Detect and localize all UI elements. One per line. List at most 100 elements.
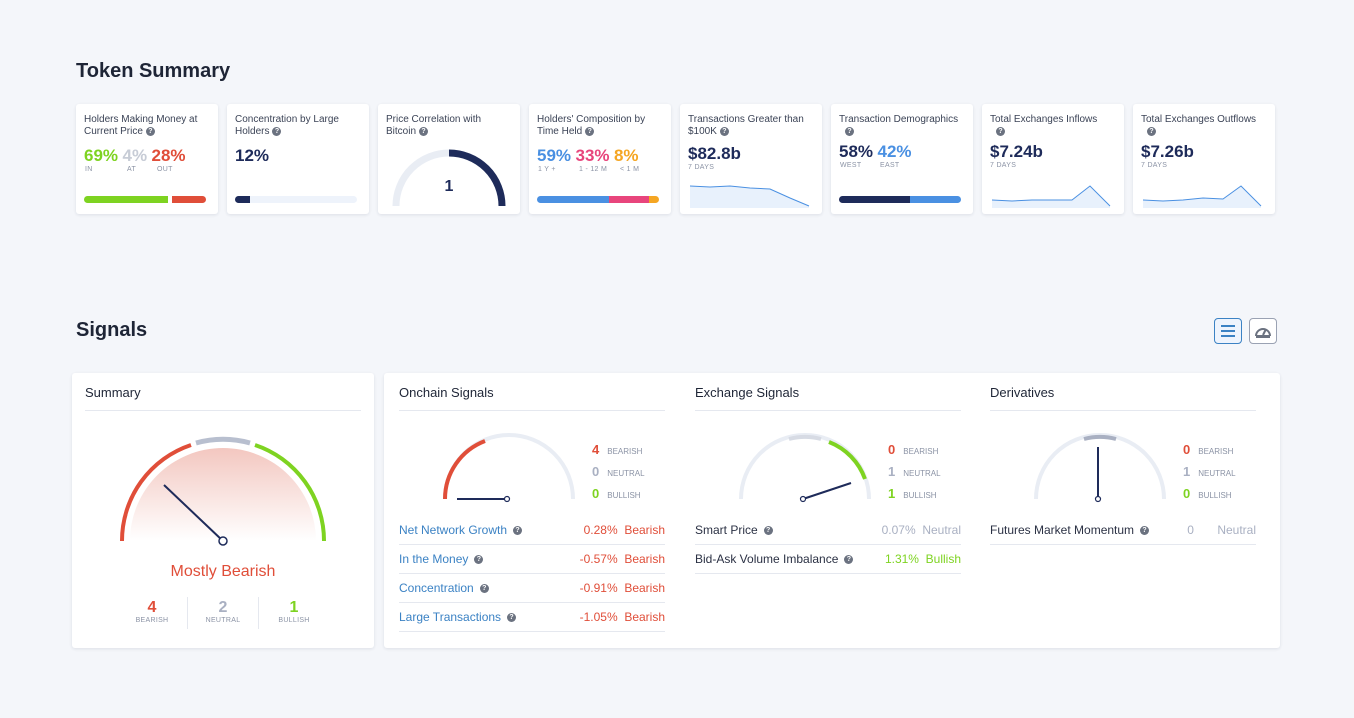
summary-verdict: Mostly Bearish bbox=[170, 563, 276, 580]
help-icon[interactable]: ? bbox=[585, 126, 595, 136]
neutral-label: NEUTRAL bbox=[903, 469, 941, 478]
help-icon[interactable]: ? bbox=[474, 554, 484, 564]
signal-name[interactable]: Net Network Growth bbox=[399, 523, 507, 537]
concentration-value: 12% bbox=[235, 146, 270, 165]
signal-name: Bid-Ask Volume Imbalance bbox=[695, 552, 839, 566]
card-large-transactions[interactable]: Transactions Greater than $100K? $82.8b … bbox=[680, 104, 822, 214]
help-icon[interactable]: ? bbox=[145, 126, 155, 136]
signal-row-concentration[interactable]: Concentration? -0.91% Bearish bbox=[399, 574, 665, 603]
exchange-counts: 0 BEARISH 1 NEUTRAL 1 BULLISH bbox=[888, 440, 941, 506]
east-bar-segment bbox=[909, 196, 961, 203]
summary-bullish-count: 1 BULLISH bbox=[259, 599, 329, 624]
onchain-counts: 4 BEARISH 0 NEUTRAL 0 BULLISH bbox=[592, 440, 645, 506]
signal-value: -0.91% Bearish bbox=[579, 581, 665, 595]
signals-title: Signals bbox=[76, 319, 148, 341]
signal-name: Smart Price bbox=[695, 523, 758, 537]
bullish-number: 1 bbox=[888, 486, 896, 501]
help-icon[interactable]: ? bbox=[1140, 525, 1150, 535]
card-outflows[interactable]: Total Exchanges Outflows? $7.26b 7 DAYS bbox=[1133, 104, 1275, 214]
help-icon[interactable]: ? bbox=[845, 126, 854, 136]
help-icon[interactable]: ? bbox=[507, 612, 517, 622]
neutral-number: 1 bbox=[888, 464, 896, 479]
outflows-sparkline bbox=[1143, 185, 1262, 208]
card-holders-money[interactable]: Holders Making Money at Current Price? 6… bbox=[76, 104, 218, 214]
help-icon[interactable]: ? bbox=[844, 554, 854, 564]
bullish-number: 0 bbox=[1183, 486, 1191, 501]
card-composition[interactable]: Holders' Composition by Time Held? 59% 3… bbox=[529, 104, 671, 214]
large-tx-value: $82.8b bbox=[688, 144, 741, 163]
onchain-column: Onchain Signals 4 BEARISH 0 NEUTRAL 0 BU… bbox=[399, 385, 665, 632]
help-icon[interactable]: ? bbox=[272, 126, 282, 136]
help-icon[interactable]: ? bbox=[419, 126, 429, 136]
signal-row-smart-price[interactable]: Smart Price? 0.07% Neutral bbox=[695, 516, 961, 545]
signal-value: 0.07% Neutral bbox=[881, 523, 961, 537]
neutral-number: 0 bbox=[592, 464, 600, 479]
east-value: 42% bbox=[877, 142, 912, 161]
signal-name[interactable]: Large Transactions bbox=[399, 610, 501, 624]
signal-row-in-the-money[interactable]: In the Money? -0.57% Bearish bbox=[399, 545, 665, 574]
card-correlation[interactable]: Price Correlation with Bitcoin? 1 bbox=[378, 104, 520, 214]
in-label: IN bbox=[85, 166, 93, 173]
card-demographics[interactable]: Transaction Demographics? 58% 42% WEST E… bbox=[831, 104, 973, 214]
card-inflows[interactable]: Total Exchanges Inflows? $7.24b 7 DAYS bbox=[982, 104, 1124, 214]
bearish-number: 0 bbox=[888, 442, 896, 457]
summary-panel: Summary Mostly Bearish 4 BEARISH 2 NEUTR… bbox=[72, 373, 374, 648]
neutral-label: NEUTRAL bbox=[205, 617, 241, 624]
west-label: WEST bbox=[840, 162, 862, 169]
help-icon[interactable]: ? bbox=[513, 525, 523, 535]
signal-row-net-network-growth[interactable]: Net Network Growth? 0.28% Bearish bbox=[399, 516, 665, 545]
card-title: Total Exchanges Outflows bbox=[1141, 114, 1257, 125]
signals-detail-panel: Onchain Signals 4 BEARISH 0 NEUTRAL 0 BU… bbox=[384, 373, 1280, 648]
outflows-period: 7 DAYS bbox=[1141, 162, 1168, 169]
help-icon[interactable]: ? bbox=[996, 126, 1005, 136]
onchain-title: Onchain Signals bbox=[399, 385, 665, 411]
derivatives-counts: 0 BEARISH 1 NEUTRAL 0 BULLISH bbox=[1183, 440, 1236, 506]
bearish-label: BEARISH bbox=[903, 447, 939, 456]
short-label: < 1 M bbox=[620, 166, 640, 173]
west-bar-segment bbox=[839, 196, 910, 203]
help-icon[interactable]: ? bbox=[479, 583, 489, 593]
derivatives-column: Derivatives 0 BEARISH 1 NEUTRAL 0 BULLIS… bbox=[990, 385, 1256, 545]
signal-name[interactable]: In the Money bbox=[399, 552, 468, 566]
exchange-column: Exchange Signals 0 BEARISH 1 NEUTRAL 1 B… bbox=[695, 385, 961, 574]
list-view-button[interactable] bbox=[1214, 318, 1242, 344]
exchange-gauge bbox=[739, 433, 871, 503]
help-icon[interactable]: ? bbox=[719, 126, 729, 136]
bullish-number: 1 bbox=[289, 599, 299, 616]
long-label: 1 Y + bbox=[538, 166, 556, 173]
in-value: 69% bbox=[84, 146, 119, 165]
gauge-view-button[interactable] bbox=[1249, 318, 1277, 344]
summary-bearish-count: 4 BEARISH bbox=[117, 599, 187, 624]
card-title: Total Exchanges Inflows bbox=[990, 114, 1098, 125]
neutral-label: NEUTRAL bbox=[1198, 469, 1236, 478]
signal-row-futures-market-momentum[interactable]: Futures Market Momentum? 0 Neutral bbox=[990, 516, 1256, 545]
signal-row-large-transactions[interactable]: Large Transactions? -1.05% Bearish bbox=[399, 603, 665, 632]
long-bar-segment bbox=[537, 196, 609, 203]
summary-neutral-count: 2 NEUTRAL bbox=[188, 599, 258, 624]
short-bar-segment bbox=[649, 196, 659, 203]
card-title: Concentration by Large Holders bbox=[235, 114, 339, 137]
large-tx-sparkline bbox=[690, 185, 810, 208]
signal-row-bid-ask-volume-imbalance[interactable]: Bid-Ask Volume Imbalance? 1.31% Bullish bbox=[695, 545, 961, 574]
signal-value: -0.57% Bearish bbox=[579, 552, 665, 566]
in-bar-segment bbox=[84, 196, 169, 203]
concentration-bar bbox=[235, 196, 357, 203]
card-title: Price Correlation with Bitcoin bbox=[386, 114, 482, 137]
summary-title: Summary bbox=[85, 385, 361, 411]
large-tx-period: 7 DAYS bbox=[688, 164, 715, 171]
signal-value: -1.05% Bearish bbox=[579, 610, 665, 624]
composition-bar bbox=[537, 196, 659, 203]
mid-value: 33% bbox=[575, 146, 610, 165]
signal-name: Futures Market Momentum bbox=[990, 523, 1135, 537]
help-icon[interactable]: ? bbox=[763, 525, 773, 535]
inflows-period: 7 DAYS bbox=[990, 162, 1017, 169]
bullish-label: BULLISH bbox=[607, 491, 641, 500]
help-icon[interactable]: ? bbox=[1147, 126, 1156, 136]
neutral-number: 1 bbox=[1183, 464, 1191, 479]
mid-label: 1 - 12 M bbox=[579, 166, 608, 173]
card-concentration[interactable]: Concentration by Large Holders? 12% bbox=[227, 104, 369, 214]
card-title: Holders Making Money at Current Price bbox=[84, 114, 198, 137]
signal-name[interactable]: Concentration bbox=[399, 581, 474, 595]
bullish-label: BULLISH bbox=[903, 491, 937, 500]
neutral-label: NEUTRAL bbox=[607, 469, 645, 478]
